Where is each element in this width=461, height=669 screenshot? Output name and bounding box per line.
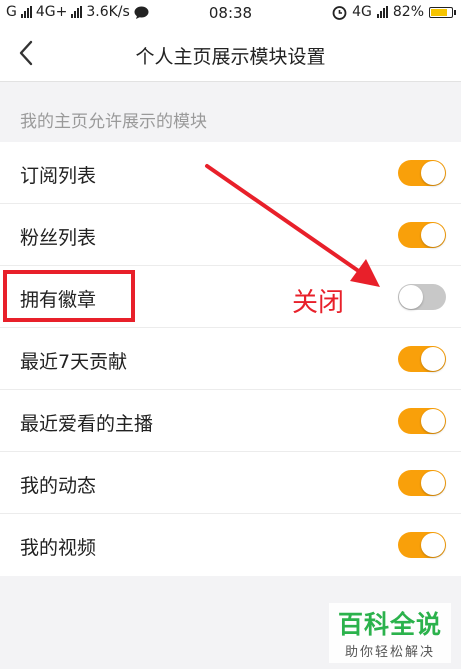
list-item-label: 订阅列表: [20, 165, 97, 187]
watermark-logo: 百科全说 助你轻松解决: [329, 603, 451, 663]
list-item-label: 我的动态: [20, 475, 97, 497]
annotation-label: 关闭: [292, 288, 345, 318]
list-item: 粉丝列表: [0, 204, 461, 266]
page-title: 个人主页展示模块设置: [135, 46, 326, 68]
list-item-label: 最近7天贡献: [20, 351, 128, 373]
list-item-label: 最近爱看的主播: [20, 413, 154, 435]
list-item-label: 我的视频: [20, 537, 97, 559]
toggle-knob: [421, 223, 445, 247]
toggle-switch-on[interactable]: [398, 408, 446, 434]
list-item: 最近爱看的主播: [0, 390, 461, 452]
list-item: 我的视频: [0, 514, 461, 576]
toggle-switch-on[interactable]: [398, 470, 446, 496]
toggle-knob: [421, 471, 445, 495]
nav-bar: 个人主页展示模块设置: [0, 26, 461, 82]
section-header: 我的主页允许展示的模块: [0, 92, 461, 142]
list-item: 订阅列表: [0, 142, 461, 204]
toggle-knob: [421, 161, 445, 185]
alarm-icon: [332, 5, 347, 20]
battery-icon: [429, 6, 456, 18]
toggle-switch-on[interactable]: [398, 346, 446, 372]
status-right: 4G 82%: [332, 4, 456, 20]
toggle-knob: [421, 347, 445, 371]
list-item: 我的动态: [0, 452, 461, 514]
list-item: 最近7天贡献: [0, 328, 461, 390]
toggle-knob: [399, 285, 423, 309]
status-bar: G 4G+ 3.6K/s 08:38 4G 82%: [0, 0, 461, 26]
toggle-knob: [421, 409, 445, 433]
toggle-switch-on[interactable]: [398, 160, 446, 186]
network-right-label: 4G: [352, 4, 372, 20]
watermark-sub: 助你轻松解决: [344, 645, 435, 660]
list-item-label: 粉丝列表: [20, 227, 97, 249]
watermark-main: 百科全说: [337, 610, 442, 639]
toggle-switch-off[interactable]: [398, 284, 446, 310]
toggle-knob: [421, 533, 445, 557]
toggle-switch-on[interactable]: [398, 222, 446, 248]
module-list: 订阅列表 粉丝列表 拥有徽章 最近7天贡献 最近爱看的主播 我的动态 我的视频: [0, 142, 461, 576]
toggle-switch-on[interactable]: [398, 532, 446, 558]
signal-icon-3: [376, 6, 388, 18]
battery-percent: 82%: [392, 4, 424, 20]
section-header-label: 我的主页允许展示的模块: [20, 112, 207, 132]
highlight-box: [3, 270, 135, 322]
